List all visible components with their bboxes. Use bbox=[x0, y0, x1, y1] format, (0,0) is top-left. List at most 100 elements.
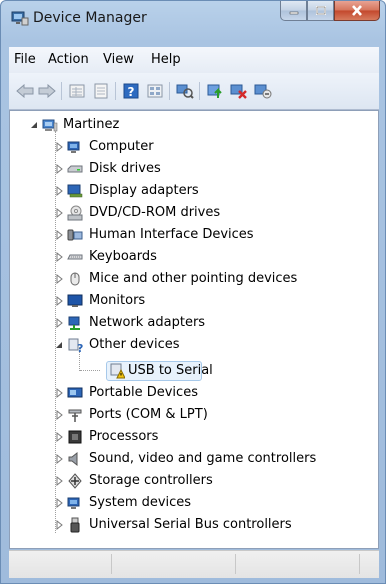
tree-item-computer[interactable]: Computer bbox=[10, 137, 370, 157]
minimize-icon bbox=[289, 11, 298, 14]
view-grid-icon bbox=[147, 84, 163, 98]
close-button[interactable] bbox=[334, 1, 380, 21]
back-arrow-icon bbox=[16, 84, 34, 98]
tree-item-mice[interactable]: Mice and other pointing devices bbox=[10, 269, 370, 289]
expand-icon[interactable] bbox=[55, 186, 65, 196]
usb-icon bbox=[70, 517, 80, 533]
other-devices-icon: ? bbox=[68, 338, 83, 353]
computer-icon bbox=[67, 141, 80, 153]
expand-icon[interactable] bbox=[55, 432, 65, 442]
expand-icon[interactable] bbox=[55, 498, 65, 508]
toolbar-separator bbox=[115, 82, 116, 100]
expand-icon[interactable] bbox=[55, 410, 65, 420]
network-adapter-icon bbox=[68, 316, 80, 330]
maximize-button[interactable] bbox=[307, 1, 334, 21]
tree-item-label: Storage controllers bbox=[89, 473, 213, 488]
expand-icon[interactable] bbox=[55, 252, 65, 262]
show-hidden-button[interactable] bbox=[91, 81, 111, 101]
status-segment bbox=[111, 554, 236, 574]
menu-file[interactable]: File bbox=[14, 52, 36, 67]
tree-root[interactable]: Martinez bbox=[10, 115, 370, 135]
tree-item-label: Network adapters bbox=[89, 315, 206, 330]
expand-icon[interactable] bbox=[55, 164, 65, 174]
tree-item-system-devices[interactable]: System devices bbox=[10, 493, 370, 513]
expand-icon[interactable] bbox=[55, 520, 65, 530]
update-driver-button[interactable] bbox=[205, 81, 225, 101]
minimize-button[interactable] bbox=[280, 1, 307, 21]
expand-icon[interactable] bbox=[55, 208, 65, 218]
tree-item-portable-devices[interactable]: Portable Devices bbox=[10, 383, 370, 403]
tree-item-disk-drives[interactable]: Disk drives bbox=[10, 159, 370, 179]
tree-item-label: Computer bbox=[89, 139, 154, 154]
sound-icon bbox=[68, 451, 78, 467]
tree-item-monitors[interactable]: Monitors bbox=[10, 291, 370, 311]
mouse-icon bbox=[70, 272, 80, 286]
tree-item-label: Universal Serial Bus controllers bbox=[89, 517, 292, 532]
tree-item-dvd-cd-rom-drives[interactable]: DVD/CD-ROM drives bbox=[10, 203, 370, 223]
tree-item-storage-controllers[interactable]: Storage controllers bbox=[10, 471, 370, 491]
expand-icon[interactable] bbox=[55, 318, 65, 328]
tree-item-label: Disk drives bbox=[89, 161, 161, 176]
monitor-icon bbox=[67, 294, 83, 307]
tree-item-ports[interactable]: Ports (COM & LPT) bbox=[10, 405, 370, 425]
tree-item-usb-to-serial[interactable]: USB to Serial bbox=[10, 361, 370, 381]
tree-item-label: Display adapters bbox=[89, 183, 199, 198]
expand-icon[interactable] bbox=[55, 230, 65, 240]
back-button[interactable] bbox=[15, 81, 35, 101]
tree-item-network-adapters[interactable]: Network adapters bbox=[10, 313, 370, 333]
disable-device-button[interactable] bbox=[229, 81, 249, 101]
maximize-icon bbox=[315, 6, 326, 15]
tree-item-label: Ports (COM & LPT) bbox=[89, 407, 208, 422]
scan-hardware-icon bbox=[176, 84, 194, 99]
svg-text:?: ? bbox=[128, 85, 135, 99]
status-segment bbox=[9, 554, 112, 574]
uninstall-device-icon bbox=[254, 84, 272, 99]
help-button[interactable]: ? bbox=[121, 81, 141, 101]
tree-item-usb-controllers[interactable]: Universal Serial Bus controllers bbox=[10, 515, 370, 535]
expand-icon[interactable] bbox=[55, 142, 65, 152]
disable-device-icon bbox=[230, 84, 247, 99]
tree-item-processors[interactable]: Processors bbox=[10, 427, 370, 447]
toolbar-separator bbox=[169, 82, 170, 100]
status-segment bbox=[235, 554, 360, 574]
uninstall-device-button[interactable] bbox=[253, 81, 273, 101]
view-button[interactable] bbox=[145, 81, 165, 101]
tree-item-sound-video-game[interactable]: Sound, video and game controllers bbox=[10, 449, 370, 469]
forward-arrow-icon bbox=[38, 84, 56, 98]
tree-item-other-devices[interactable]: ? Other devices bbox=[10, 335, 370, 355]
menu-action[interactable]: Action bbox=[48, 52, 89, 67]
tree-item-label: DVD/CD-ROM drives bbox=[89, 205, 221, 220]
expand-icon[interactable] bbox=[55, 388, 65, 398]
window-controls bbox=[280, 1, 380, 22]
device-manager-app-icon bbox=[11, 11, 29, 26]
unknown-device-warning-icon bbox=[110, 363, 125, 379]
menu-bar: File Action View Help bbox=[9, 47, 379, 74]
expand-icon[interactable] bbox=[55, 296, 65, 306]
title-bar[interactable]: Device Manager bbox=[1, 1, 385, 35]
expand-icon[interactable] bbox=[55, 476, 65, 486]
portable-device-icon bbox=[67, 387, 83, 398]
storage-controller-icon bbox=[68, 473, 82, 489]
tree-item-label: Human Interface Devices bbox=[89, 227, 254, 242]
properties-button[interactable] bbox=[67, 81, 87, 101]
toolbar-separator bbox=[61, 82, 62, 100]
tree-item-keyboards[interactable]: Keyboards bbox=[10, 247, 370, 267]
close-icon bbox=[352, 5, 362, 16]
tree-item-label: Other devices bbox=[89, 337, 180, 352]
menu-view[interactable]: View bbox=[103, 52, 134, 67]
scan-hardware-button[interactable] bbox=[175, 81, 195, 101]
tree-item-human-interface-devices[interactable]: Human Interface Devices bbox=[10, 225, 370, 245]
collapse-icon[interactable] bbox=[55, 340, 65, 350]
expand-icon[interactable] bbox=[55, 274, 65, 284]
tree-item-label: Sound, video and game controllers bbox=[89, 451, 317, 466]
system-device-icon bbox=[67, 497, 80, 509]
tree-item-display-adapters[interactable]: Display adapters bbox=[10, 181, 370, 201]
tree-item-label: Processors bbox=[89, 429, 159, 444]
menu-help[interactable]: Help bbox=[151, 52, 181, 67]
collapse-icon[interactable] bbox=[30, 120, 40, 130]
port-icon bbox=[68, 409, 82, 422]
expand-icon[interactable] bbox=[55, 454, 65, 464]
tree-item-label: Monitors bbox=[89, 293, 146, 308]
device-tree[interactable]: Martinez Computer Disk drives Display ad… bbox=[9, 110, 379, 549]
forward-button[interactable] bbox=[37, 81, 57, 101]
